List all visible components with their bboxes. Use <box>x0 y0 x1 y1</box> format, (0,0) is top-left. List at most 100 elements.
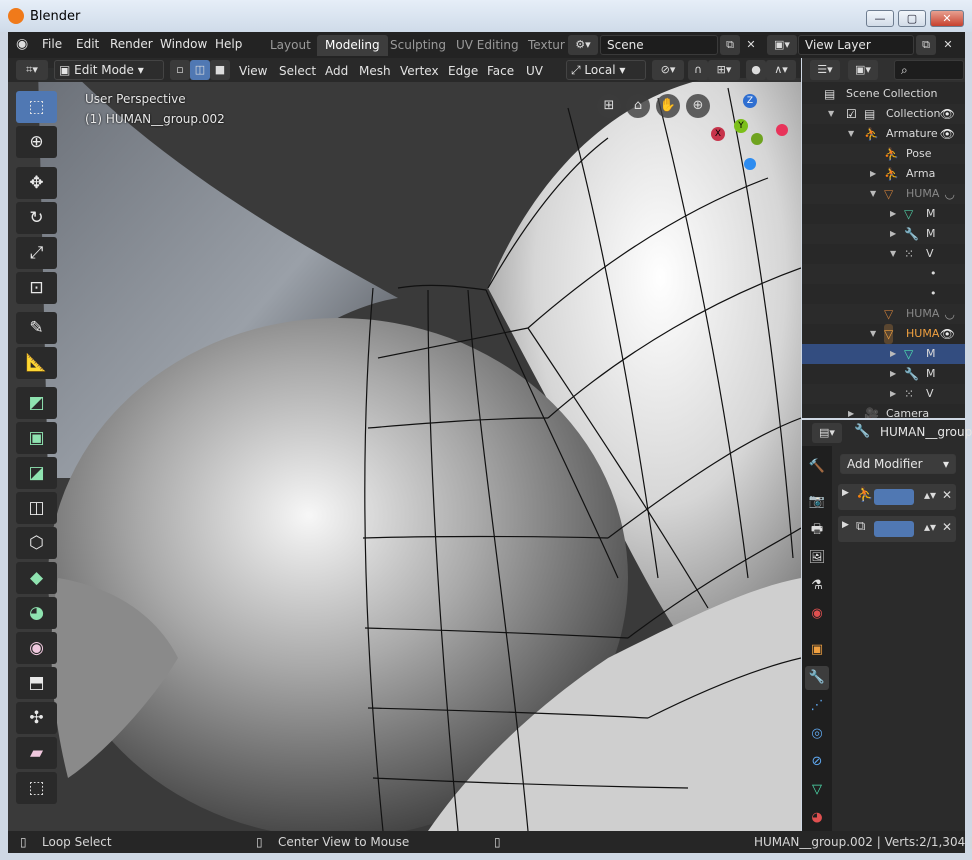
menu-uv[interactable]: UV <box>526 64 543 78</box>
hidden-eye-icon[interactable]: ◡ <box>945 304 955 324</box>
inset-icon[interactable]: ▣ <box>16 422 57 454</box>
outliner-row-vgroup-2[interactable]: ▶ ⁙ V <box>802 384 965 404</box>
expand-icon[interactable]: ▼ <box>828 104 834 124</box>
menu-window[interactable]: Window <box>160 37 207 51</box>
particles-props-icon[interactable]: ⋰ <box>805 694 829 718</box>
view-layer-props-icon[interactable]: 🖼 <box>805 546 829 570</box>
outliner-row-collection[interactable]: ▼ ☑ ▤ Collection 👁 <box>802 104 965 124</box>
expand-icon[interactable]: ▼ <box>870 324 876 344</box>
gizmo-y-axis[interactable]: Y <box>734 119 748 133</box>
3d-viewport[interactable] <box>8 58 801 831</box>
menu-select[interactable]: Select <box>279 64 316 78</box>
delete-scene-icon[interactable]: ✕ <box>741 35 761 55</box>
poly-build-icon[interactable]: ◆ <box>16 562 57 594</box>
gizmo-z-axis[interactable]: Z <box>743 94 757 108</box>
output-props-icon[interactable]: 🖶 <box>805 518 829 542</box>
outliner-row-human-1[interactable]: ▼ ▽ HUMA ◡ <box>802 184 965 204</box>
properties-type-icon[interactable]: ▤▾ <box>812 423 842 443</box>
outliner-type-icon[interactable]: ☰▾ <box>810 60 840 80</box>
vertex-select-icon[interactable]: ▫ <box>170 60 190 80</box>
physics-props-icon[interactable]: ◎ <box>805 722 829 746</box>
grid-view-icon[interactable]: ⊞ <box>597 94 621 118</box>
smooth-icon[interactable]: ◉ <box>16 632 57 664</box>
camera-view-icon[interactable]: ⌂ <box>626 94 650 118</box>
menu-render[interactable]: Render <box>110 37 153 51</box>
cursor-icon[interactable]: ⊕ <box>16 126 57 158</box>
move-up-down-icon[interactable]: ▴▾ <box>924 520 936 534</box>
proportional-edit-icon[interactable]: ● <box>746 60 766 80</box>
editor-type-icon[interactable]: ⌗▾ <box>16 60 48 80</box>
gizmo-neg-z-icon[interactable] <box>744 158 756 170</box>
object-props-icon[interactable]: ▣ <box>805 638 829 662</box>
view-layer-browse-icon[interactable]: ▣▾ <box>767 35 797 55</box>
expand-icon[interactable]: ▶ <box>890 224 896 244</box>
expand-icon[interactable]: ▼ <box>848 124 854 144</box>
visibility-eye-icon[interactable]: 👁 <box>940 124 955 144</box>
outliner-row-dot-1[interactable]: • <box>802 264 965 284</box>
expand-icon[interactable]: ▶ <box>890 204 896 224</box>
tab-layout[interactable]: Layout <box>262 35 319 56</box>
tab-modeling[interactable]: Modeling <box>317 35 388 56</box>
outliner-row-human-3[interactable]: ▼ ▽ HUMA 👁 <box>802 324 965 344</box>
remove-modifier-icon[interactable]: ✕ <box>942 520 952 534</box>
outliner-row-modifier-2[interactable]: ▶ 🔧 M <box>802 364 965 384</box>
modifier-visibility-toggles[interactable] <box>874 489 914 505</box>
scene-browse-icon[interactable]: ⚙▾ <box>568 35 598 55</box>
hidden-eye-icon[interactable]: ◡ <box>945 184 955 204</box>
rotate-icon[interactable]: ↻ <box>16 202 57 234</box>
edge-select-icon[interactable]: ◫ <box>190 60 210 80</box>
display-mode-icon[interactable]: ▣▾ <box>848 60 878 80</box>
shrink-fatten-icon[interactable]: ⬒ <box>16 667 57 699</box>
gizmo-neg-y-icon[interactable] <box>751 133 763 145</box>
outliner-row-pose[interactable]: ⛹ Pose <box>802 144 965 164</box>
bevel-icon[interactable]: ◪ <box>16 457 57 489</box>
modifier-second[interactable]: ▶ ⧉ ▴▾ ✕ <box>838 516 956 542</box>
mesh-data-props-icon[interactable]: ▽ <box>805 778 829 802</box>
blender-menu-icon[interactable]: ◉ <box>16 36 28 52</box>
snap-icon[interactable]: ∩ <box>688 60 708 80</box>
annotate-icon[interactable]: ✎ <box>16 312 57 344</box>
outliner-row-mesh-data-selected[interactable]: ▶ ▽ M <box>802 344 965 364</box>
expand-icon[interactable]: ▶ <box>842 488 849 498</box>
knife-icon[interactable]: ⬡ <box>16 527 57 559</box>
tab-uv-editing[interactable]: UV Editing <box>448 35 527 56</box>
face-select-icon[interactable]: ■ <box>210 60 230 80</box>
expand-icon[interactable]: ▶ <box>842 520 849 530</box>
tab-texture[interactable]: Textur <box>520 35 573 56</box>
mode-dropdown[interactable]: ▣ Edit Mode ▾ <box>54 60 164 80</box>
expand-icon[interactable]: ▶ <box>890 364 896 384</box>
minimize-button[interactable]: — <box>866 10 894 27</box>
menu-vertex[interactable]: Vertex <box>400 64 439 78</box>
new-scene-icon[interactable]: ⧉ <box>720 35 740 55</box>
gizmo-neg-x-icon[interactable] <box>776 124 788 136</box>
orientation-dropdown[interactable]: ⤢ Local ▾ <box>566 60 646 80</box>
render-props-icon[interactable]: 📷 <box>805 490 829 514</box>
menu-mesh[interactable]: Mesh <box>359 64 391 78</box>
view-layer-field[interactable]: View Layer <box>798 35 914 55</box>
material-props-icon[interactable]: ◕ <box>805 806 829 830</box>
scene-field[interactable]: Scene <box>600 35 718 55</box>
modifier-armature[interactable]: ▶ ⛹ ▴▾ ✕ <box>838 484 956 510</box>
tab-sculpting[interactable]: Sculpting <box>382 35 454 56</box>
outliner-row-scene-collection[interactable]: ▤ Scene Collection <box>802 84 965 104</box>
menu-face[interactable]: Face <box>487 64 514 78</box>
constraints-props-icon[interactable]: ⊘ <box>805 750 829 774</box>
outliner-row-modifier-1[interactable]: ▶ 🔧 M <box>802 224 965 244</box>
visibility-eye-icon[interactable]: 👁 <box>940 324 955 344</box>
scene-props-icon[interactable]: ⚗ <box>805 574 829 598</box>
outliner-row-mesh-data-1[interactable]: ▶ ▽ M <box>802 204 965 224</box>
expand-icon[interactable]: ▼ <box>870 184 876 204</box>
falloff-icon[interactable]: ∧▾ <box>766 60 796 80</box>
pivot-icon[interactable]: ⊘▾ <box>652 60 684 80</box>
snap-target-icon[interactable]: ⊞▾ <box>708 60 740 80</box>
expand-icon[interactable]: ▶ <box>890 344 896 364</box>
outliner-row-armature-data[interactable]: ▶ ⛹ Arma <box>802 164 965 184</box>
menu-help[interactable]: Help <box>215 37 242 51</box>
expand-icon[interactable]: ▼ <box>890 244 896 264</box>
move-icon[interactable]: ✥ <box>16 167 57 199</box>
menu-edit[interactable]: Edit <box>76 37 99 51</box>
push-pull-icon[interactable]: ✣ <box>16 702 57 734</box>
pan-hand-icon[interactable]: ✋ <box>656 94 680 118</box>
select-box-icon[interactable]: ⬚ <box>16 91 57 123</box>
expand-icon[interactable]: ▶ <box>848 404 854 418</box>
